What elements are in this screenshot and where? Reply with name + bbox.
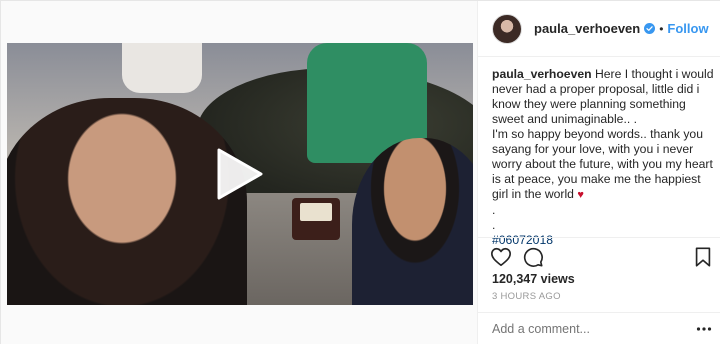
caption-username[interactable]: paula_verhoeven [492, 67, 592, 81]
view-count[interactable]: 120,347 views [492, 272, 575, 286]
header-separator: • [659, 21, 664, 36]
video-player[interactable] [7, 43, 473, 305]
avatar[interactable] [492, 13, 522, 44]
follow-button[interactable]: Follow [667, 21, 708, 36]
bookmark-icon[interactable] [692, 246, 714, 268]
caption-dot: . [492, 203, 496, 217]
header-username[interactable]: paula_verhoeven [534, 21, 640, 36]
instagram-post: paula_verhoeven • Follow paula_verhoeven… [0, 0, 720, 344]
post-caption: paula_verhoeven Here I thought i would n… [492, 67, 714, 248]
action-bar [478, 237, 720, 273]
play-icon[interactable] [215, 146, 265, 202]
post-sidebar: paula_verhoeven • Follow paula_verhoeven… [477, 1, 720, 344]
verified-badge-icon [644, 23, 656, 34]
caption-dot: . [492, 218, 496, 232]
comment-input[interactable] [492, 322, 672, 336]
video-frame-person [122, 43, 202, 93]
heart-icon[interactable] [490, 246, 512, 268]
caption-text: I'm so happy beyond words.. thank you sa… [492, 127, 713, 201]
video-frame-ring-box [292, 198, 340, 240]
more-options-icon[interactable] [696, 324, 712, 334]
comment-bar [478, 312, 720, 344]
heart-emoji: ♥ [577, 189, 584, 201]
video-frame-person [7, 98, 247, 305]
post-media [1, 1, 477, 344]
video-frame-person [352, 138, 473, 305]
comment-icon[interactable] [522, 246, 544, 268]
post-header: paula_verhoeven • Follow [478, 1, 720, 57]
post-timestamp[interactable]: 3 HOURS AGO [492, 291, 561, 302]
